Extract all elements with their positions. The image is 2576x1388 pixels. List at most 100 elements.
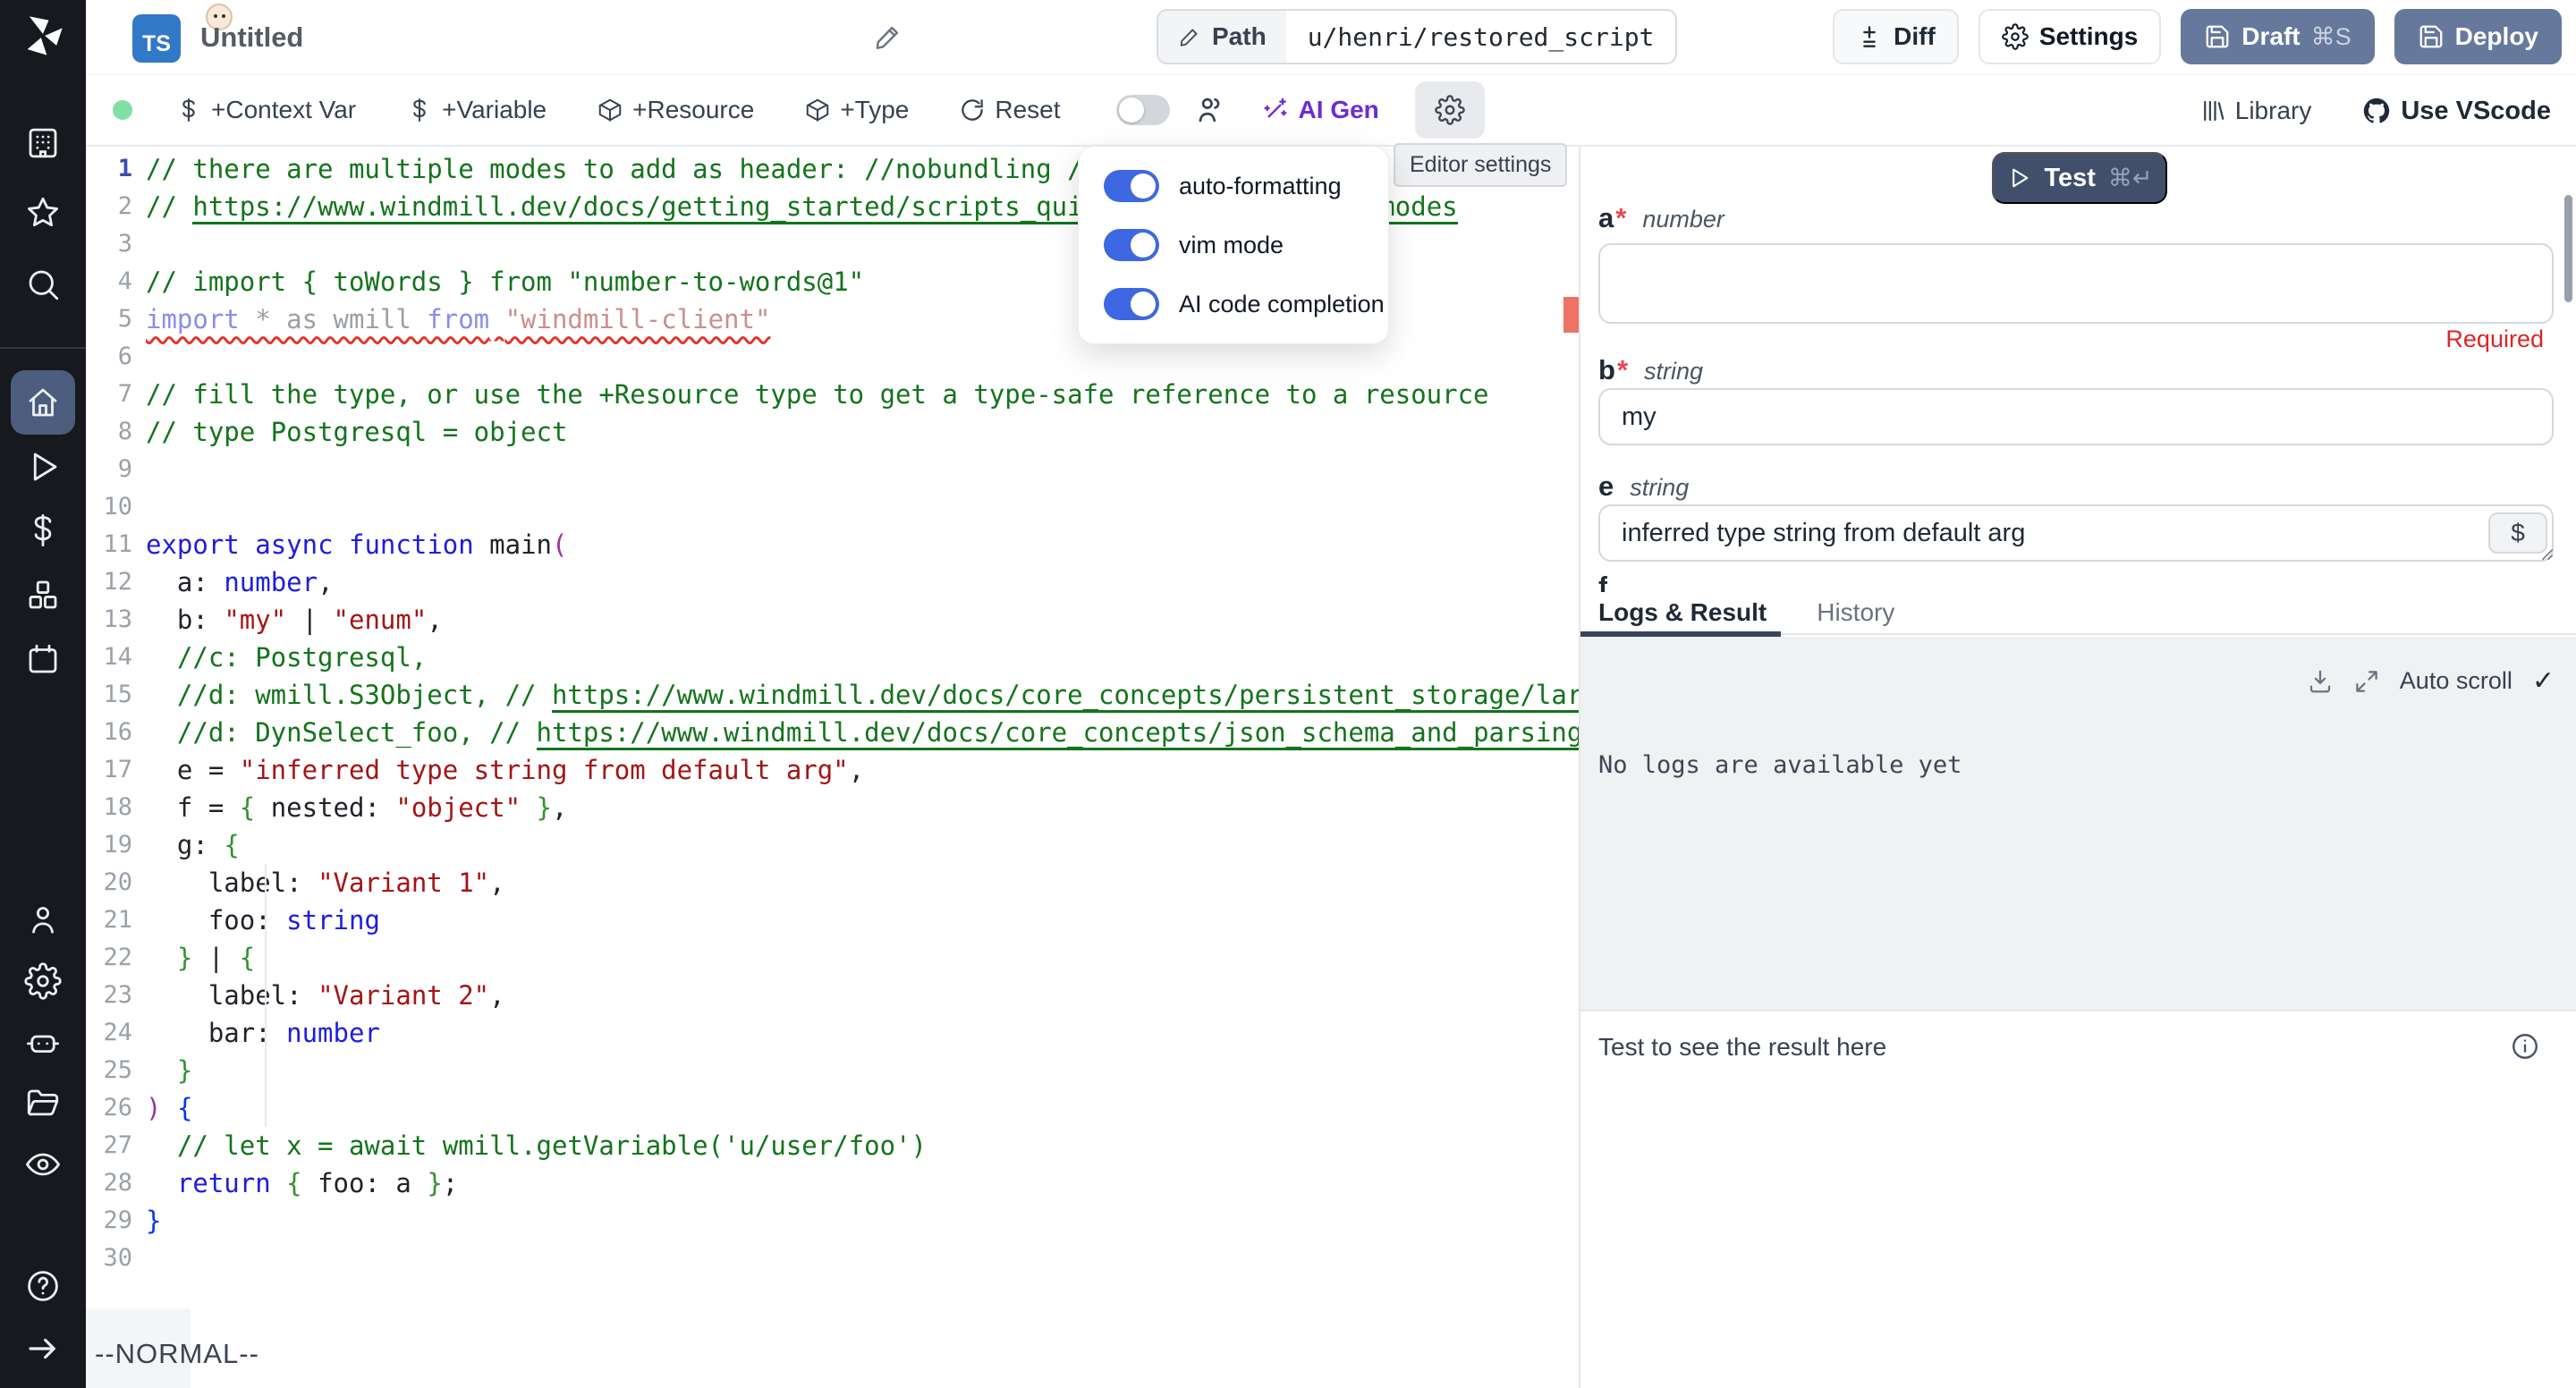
download-logs-icon[interactable]	[2307, 668, 2334, 695]
help-icon[interactable]	[0, 1254, 86, 1318]
package-icon	[597, 97, 623, 123]
sidebar-divider	[0, 347, 86, 349]
arg-a-input[interactable]	[1598, 243, 2554, 324]
editor-settings-button[interactable]	[1415, 81, 1485, 139]
arg-b-input[interactable]	[1598, 388, 2554, 445]
add-context-var-button[interactable]: +Context Var	[175, 96, 356, 124]
favorites-star-icon[interactable]	[0, 181, 86, 245]
deploy-button[interactable]: Deploy	[2394, 9, 2562, 64]
code-line[interactable]: 9	[86, 451, 1579, 488]
toggle-on[interactable]	[1104, 288, 1159, 320]
code-line[interactable]: 11export async function main(	[86, 526, 1579, 563]
code-line[interactable]: 25 }	[86, 1052, 1579, 1089]
sidebar-item-users[interactable]	[0, 888, 86, 952]
code-line[interactable]: 7// fill the type, or use the +Resource …	[86, 376, 1579, 413]
code-line[interactable]: 17 e = "inferred type string from defaul…	[86, 751, 1579, 789]
menu-item-vim-mode[interactable]: vim mode	[1104, 229, 1363, 261]
line-number: 18	[86, 789, 132, 826]
code-line[interactable]: 22 } | {	[86, 939, 1579, 977]
search-icon[interactable]	[0, 252, 86, 317]
path-value[interactable]: u/henri/restored_script	[1286, 11, 1676, 63]
sidebar-item-home[interactable]	[11, 370, 75, 435]
panel-scrollbar[interactable]	[2564, 195, 2572, 302]
github-icon	[2361, 96, 2392, 126]
draft-button[interactable]: Draft ⌘S	[2181, 9, 2374, 64]
code-line[interactable]: 30	[86, 1240, 1579, 1277]
diff-button[interactable]: Diff	[1833, 9, 1959, 64]
code-line[interactable]: 16 //d: DynSelect_foo, // https://www.wi…	[86, 714, 1579, 751]
windmill-logo-icon[interactable]	[20, 13, 66, 59]
editor-settings-menu: auto-formatting vim mode AI code complet…	[1078, 146, 1389, 344]
result-area: Test to see the result here	[1580, 1010, 2576, 1388]
code-line[interactable]: 18 f = { nested: "object" },	[86, 789, 1579, 826]
library-icon	[2199, 97, 2226, 124]
tab-history[interactable]: History	[1817, 598, 1894, 627]
line-number: 19	[86, 826, 132, 864]
library-button[interactable]: Library	[2199, 97, 2312, 125]
auto-scroll-label: Auto scroll	[2400, 667, 2512, 695]
add-type-button[interactable]: +Type	[804, 96, 909, 124]
multiplayer-toggle[interactable]	[1116, 95, 1170, 125]
auto-scroll-checkbox[interactable]: ✓	[2532, 665, 2555, 697]
use-vscode-button[interactable]: Use VScode	[2361, 96, 2551, 126]
ai-gen-button[interactable]: AI Gen	[1261, 96, 1379, 124]
code-line[interactable]: 8// type Postgresql = object	[86, 413, 1579, 451]
edit-summary-pencil-icon[interactable]	[873, 21, 903, 52]
resize-handle-icon[interactable]	[2538, 546, 2555, 562]
sidebar-item-audit-eye[interactable]	[0, 1132, 86, 1197]
sidebar-item-resources[interactable]	[0, 563, 86, 627]
expand-logs-icon[interactable]	[2353, 668, 2380, 695]
dollar-icon	[175, 97, 202, 123]
magic-wand-icon	[1261, 96, 1290, 124]
code-line[interactable]: 20 label: "Variant 1",	[86, 864, 1579, 901]
code-line[interactable]: 27 // let x = await wmill.getVariable('u…	[86, 1127, 1579, 1164]
menu-item-ai-code-completion[interactable]: AI code completion	[1104, 288, 1363, 320]
toggle-on[interactable]	[1104, 170, 1159, 202]
line-number: 22	[86, 939, 132, 977]
multiplayer-users-icon[interactable]	[1193, 93, 1227, 127]
path-field[interactable]: Path u/henri/restored_script	[1157, 9, 1677, 64]
tab-logs-result[interactable]: Logs & Result	[1598, 598, 1767, 627]
add-resource-button[interactable]: +Resource	[597, 96, 754, 124]
add-variable-button[interactable]: +Variable	[406, 96, 547, 124]
sidebar-item-folders[interactable]	[0, 1071, 86, 1136]
code-line[interactable]: 21 foo: string	[86, 901, 1579, 939]
code-line[interactable]: 13 b: "my" | "enum",	[86, 601, 1579, 639]
sidebar-item-schedules[interactable]	[0, 627, 86, 691]
collapse-arrow-icon[interactable]	[0, 1316, 86, 1381]
reset-button[interactable]: Reset	[959, 96, 1060, 124]
menu-item-auto-formatting[interactable]: auto-formatting	[1104, 170, 1363, 202]
sidebar-item-workers-robot[interactable]	[0, 1011, 86, 1075]
play-icon	[2006, 165, 2031, 190]
plus-minus-icon	[1856, 23, 1883, 50]
test-button[interactable]: Test ⌘↵	[1992, 152, 2167, 204]
required-error: Required	[2445, 326, 2544, 353]
code-line[interactable]: 26) {	[86, 1089, 1579, 1127]
indent-guide	[265, 977, 267, 1127]
workspace-icon[interactable]	[0, 111, 86, 175]
sidebar-item-settings[interactable]	[0, 949, 86, 1013]
sidebar-item-runs[interactable]	[0, 435, 86, 499]
topbar: TS Untitled Path u/henri/restored_script…	[86, 0, 2576, 75]
editor-toolbar: +Context Var +Variable +Resource +Type R…	[86, 75, 2576, 147]
code-line[interactable]: 19 g: {	[86, 826, 1579, 864]
code-line[interactable]: 10	[86, 488, 1579, 526]
code-line[interactable]: 15 //d: wmill.S3Object, // https://www.w…	[86, 676, 1579, 714]
info-icon[interactable]	[2510, 1031, 2540, 1062]
run-panel: Test ⌘↵ a* number Required b* string e s…	[1580, 147, 2576, 1388]
settings-button[interactable]: Settings	[1979, 9, 2161, 64]
code-line[interactable]: 28 return { foo: a };	[86, 1164, 1579, 1202]
sidebar-item-variables[interactable]	[0, 498, 86, 563]
code-line[interactable]: 29}	[86, 1202, 1579, 1240]
arg-b-label: b* string	[1598, 354, 1703, 386]
code-line[interactable]: 14 //c: Postgresql,	[86, 639, 1579, 676]
code-line[interactable]: 24 bar: number	[86, 1014, 1579, 1052]
line-number: 30	[86, 1240, 132, 1277]
line-number: 11	[86, 526, 132, 563]
pencil-icon	[1178, 25, 1201, 48]
arg-e-input[interactable]	[1598, 504, 2554, 562]
line-number: 1	[86, 150, 132, 188]
toggle-on[interactable]	[1104, 229, 1159, 261]
code-line[interactable]: 23 label: "Variant 2",	[86, 977, 1579, 1014]
code-line[interactable]: 12 a: number,	[86, 563, 1579, 601]
